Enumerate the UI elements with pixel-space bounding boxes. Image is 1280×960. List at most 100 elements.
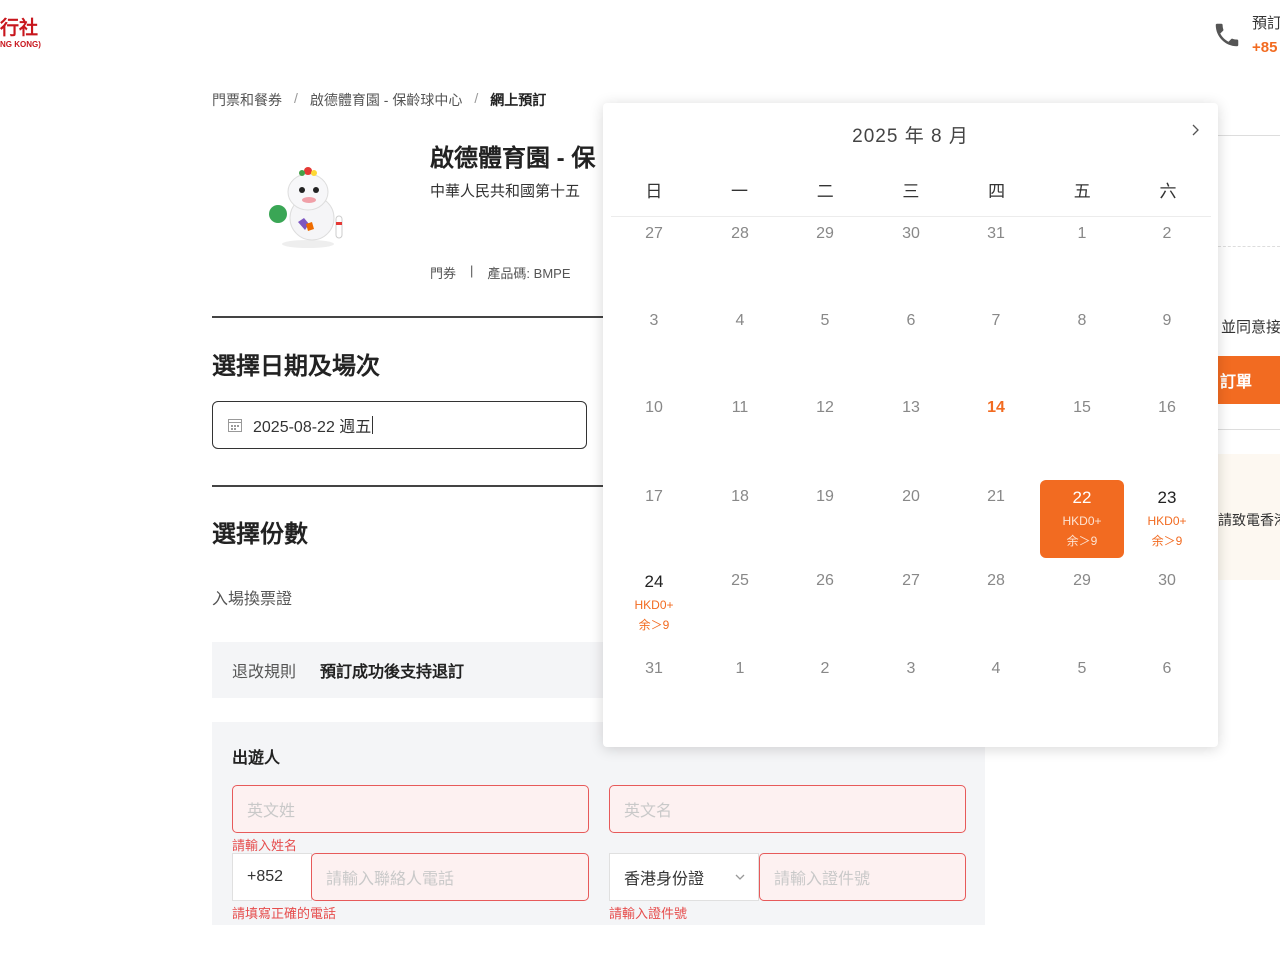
calendar-day: 8 [1040, 304, 1124, 382]
calendar-day[interactable]: 24 HKD0+ 余＞9 [612, 564, 696, 642]
day-number: 2 [820, 660, 830, 677]
calendar-day: 30 [1125, 564, 1209, 642]
day-number: 20 [902, 488, 920, 505]
refund-rules-bar: 退改規則 預訂成功後支持退訂 [212, 642, 612, 698]
weekday-label: 五 [1073, 182, 1091, 201]
day-number: 19 [816, 488, 834, 505]
date-picker-popup: 2025 年 8 月 日 一 二 三 四 五 六 27 28 29 30 31 1 2 3 4 5… [603, 103, 1218, 747]
day-number: 1 [735, 660, 745, 677]
calendar-month-title: 2025 年 8 月 [852, 126, 969, 147]
calendar-day: 4 [698, 304, 782, 382]
day-stock: 余＞9 [1066, 534, 1098, 548]
id-number-input[interactable]: 請輸入證件號 [759, 853, 966, 901]
calendar-day: 27 [869, 564, 953, 642]
date-section-title: 選擇日期及場次 [212, 353, 380, 380]
brand-logo[interactable]: 行社 NG KONG) [0, 18, 50, 49]
day-number: 4 [991, 660, 1001, 677]
day-number: 21 [987, 488, 1005, 505]
calendar-day: 6 [869, 304, 953, 382]
weekday-label: 日 [645, 182, 663, 201]
calendar-day: 3 [869, 652, 953, 730]
day-number: 1 [1077, 225, 1087, 242]
calendar-day: 30 [869, 217, 953, 295]
day-number: 2 [1162, 225, 1172, 242]
day-number: 22 [1072, 488, 1092, 507]
calendar-day-selected[interactable]: 22 HKD0+ 余＞9 [1040, 480, 1124, 558]
day-number: 8 [1077, 312, 1087, 329]
phone-error: 請填寫正確的電話 [232, 906, 337, 921]
calendar-day: 3 [612, 304, 696, 382]
calendar-icon [228, 419, 242, 432]
day-number: 16 [1158, 399, 1176, 416]
product-title: 啟德體育園 - 保 [430, 145, 596, 172]
day-number: 3 [906, 660, 916, 677]
day-number: 6 [906, 312, 916, 329]
breadcrumb-item-tickets[interactable]: 門票和餐券 [212, 90, 282, 110]
terms-agree-text: 並同意接 [1221, 319, 1280, 336]
calendar-day: 12 [783, 391, 867, 469]
calendar-day: 13 [869, 391, 953, 469]
day-number: 26 [816, 572, 834, 589]
breadcrumb-separator: / [474, 90, 479, 106]
day-number: 28 [987, 572, 1005, 589]
weekday-header: 日 一 二 三 四 五 六 [611, 177, 1211, 202]
day-number: 4 [735, 312, 745, 329]
day-number: 23 [1157, 488, 1177, 507]
calendar-day: 7 [954, 304, 1038, 382]
chevron-right-icon[interactable] [1188, 123, 1202, 137]
weekday-label: 四 [988, 182, 1006, 201]
day-number: 29 [1073, 572, 1091, 589]
calendar-day: 2 [783, 652, 867, 730]
phone-input[interactable]: 請輸入聯絡人電話 [311, 853, 589, 901]
day-number: 31 [987, 225, 1005, 242]
calendar-day: 27 [612, 217, 696, 295]
calendar-day: 18 [698, 480, 782, 558]
calendar-day: 29 [1040, 564, 1124, 642]
header-phone-number[interactable]: +85 [1252, 39, 1280, 56]
surname-input[interactable]: 英文姓 [232, 785, 589, 833]
day-number: 27 [902, 572, 920, 589]
calendar-day: 16 [1125, 391, 1209, 469]
date-input-value: 2025-08-22 週五 [253, 419, 372, 436]
given-name-input[interactable]: 英文名 [609, 785, 966, 833]
calendar-day: 31 [612, 652, 696, 730]
day-number: 30 [902, 225, 920, 242]
product-subtitle: 中華人民共和國第十五 [430, 183, 581, 200]
day-number: 28 [731, 225, 749, 242]
calendar-day: 29 [783, 217, 867, 295]
sidebar-divider [1218, 429, 1280, 430]
day-number: 10 [645, 399, 663, 416]
rules-label: 退改規則 [232, 664, 297, 681]
day-number: 6 [1162, 660, 1172, 677]
id-type-select[interactable]: 香港身份證 [609, 853, 759, 901]
section-divider [212, 316, 612, 318]
calendar-day: 26 [783, 564, 867, 642]
meta-separator: | [470, 263, 474, 278]
qty-section-title: 選擇份數 [212, 521, 308, 548]
id-number-error: 請輸入證件號 [609, 906, 688, 921]
day-number: 11 [731, 399, 749, 416]
breadcrumb-item-venue[interactable]: 啟德體育園 - 保齡球中心 [310, 90, 462, 110]
submit-order-button[interactable]: 訂單 [1218, 356, 1280, 404]
calendar-day[interactable]: 23 HKD0+ 余＞9 [1125, 480, 1209, 558]
calendar-day: 28 [698, 217, 782, 295]
weekday-label: 一 [731, 182, 749, 201]
weekday-label: 六 [1159, 182, 1177, 201]
country-code-select[interactable]: +852 [232, 853, 312, 901]
date-input[interactable]: 2025-08-22 週五 [212, 401, 587, 449]
calendar-day: 15 [1040, 391, 1124, 469]
header-booking-title: 預訂 [1252, 15, 1280, 32]
day-price: HKD0+ [1147, 514, 1187, 528]
header-contact: 預訂 +85 [1212, 12, 1280, 56]
surname-error: 請輸入姓名 [232, 838, 298, 853]
day-number: 24 [644, 572, 664, 591]
day-number: 7 [991, 312, 1001, 329]
day-number: 9 [1162, 312, 1172, 329]
ticket-type-label: 入場換票證 [212, 591, 293, 608]
breadcrumb-separator: / [294, 90, 298, 106]
day-price: HKD0+ [634, 598, 674, 612]
calendar-day: 1 [698, 652, 782, 730]
day-price: HKD0+ [1062, 514, 1102, 528]
day-number: 5 [1077, 660, 1087, 677]
id-number-placeholder: 請輸入證件號 [774, 871, 871, 888]
